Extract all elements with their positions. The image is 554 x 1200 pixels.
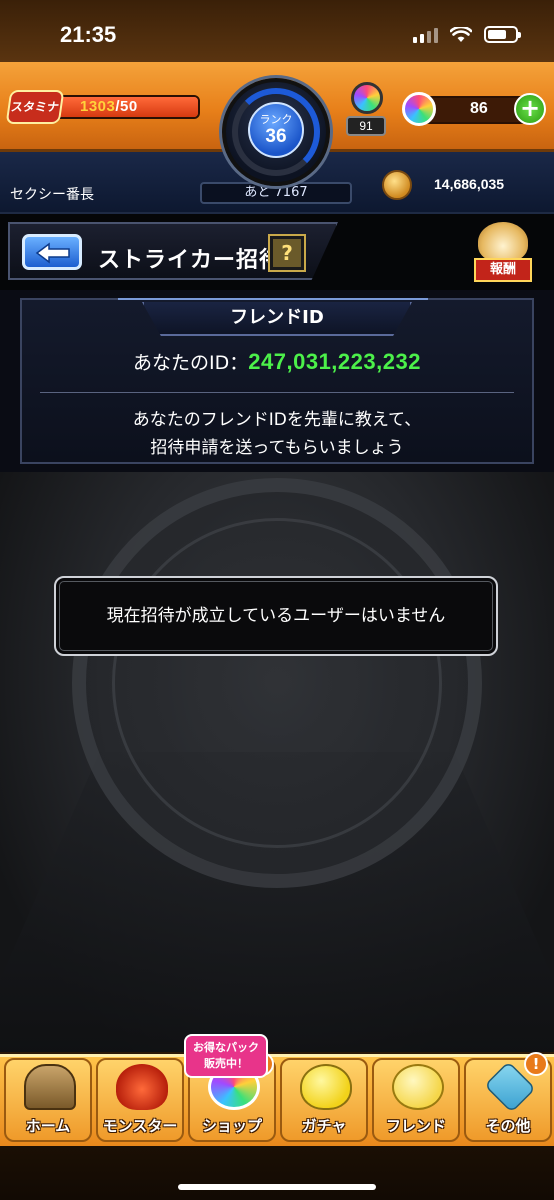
gold-coin-icon xyxy=(382,170,412,200)
promo-badge[interactable]: お得なパック 販売中！ xyxy=(184,1034,268,1078)
friend-id-label: あなたのID： xyxy=(133,352,249,374)
main-stage: 現在招待が成立しているユーザーはいません xyxy=(0,472,554,1052)
divider xyxy=(40,392,514,393)
tab-monster[interactable]: モンスター xyxy=(96,1058,184,1142)
home-icon xyxy=(24,1064,76,1110)
rank-value: 36 xyxy=(265,126,287,147)
tab-other-label: その他 xyxy=(485,1117,531,1135)
tab-friend[interactable]: フレンド xyxy=(372,1058,460,1142)
reward-medal-icon xyxy=(478,222,528,262)
friend-icon xyxy=(392,1064,444,1110)
friend-id-box: フレンドID あなたのID：247,031,223,232 あなたのフレンドID… xyxy=(20,298,534,464)
tab-friend-label: フレンド xyxy=(385,1117,446,1135)
emblem-inner-ring xyxy=(112,518,442,848)
wifi-icon xyxy=(450,26,472,42)
reward-button[interactable]: 報酬 xyxy=(470,222,536,286)
friend-id-heading-tab: フレンドID xyxy=(142,302,412,336)
tab-monster-label: モンスター xyxy=(102,1117,178,1135)
stamina-value: 1303/50 xyxy=(80,98,138,115)
hourglass-icon xyxy=(351,82,383,114)
username: セクシー番長 xyxy=(10,187,94,203)
stamina-tag: スタミナ xyxy=(5,90,65,124)
status-icons xyxy=(413,26,521,43)
description-line-2: 招待申請を送ってもらいましょう xyxy=(150,438,404,458)
gacha-icon xyxy=(300,1064,352,1110)
back-arrow-icon xyxy=(35,242,70,264)
help-button[interactable]: ? xyxy=(268,234,306,272)
other-alert-icon: ! xyxy=(524,1052,548,1076)
rank-label: ランク xyxy=(259,113,293,126)
tab-shop-label: ショップ xyxy=(201,1117,262,1135)
friend-id-value[interactable]: 247,031,223,232 xyxy=(248,349,421,374)
gold-amount: 14,686,035 xyxy=(434,176,505,192)
promo-line-2: 販売中！ xyxy=(204,1057,248,1070)
reward-label: 報酬 xyxy=(474,258,532,282)
hourglass-count: 91 xyxy=(346,116,386,136)
battery-icon xyxy=(484,26,521,43)
empty-state-message: 現在招待が成立しているユーザーはいません xyxy=(54,576,498,656)
cellular-signal-icon xyxy=(413,27,438,43)
rank-core: ランク 36 xyxy=(248,102,304,158)
status-bar: 21:35 xyxy=(0,0,554,62)
friend-id-panel: フレンドID あなたのID：247,031,223,232 あなたのフレンドID… xyxy=(0,290,554,472)
home-indicator[interactable] xyxy=(178,1184,376,1190)
friend-id-line: あなたのID：247,031,223,232 xyxy=(22,348,532,375)
stamina-gauge[interactable]: スタミナ 1303/50 xyxy=(5,90,200,124)
bottom-tab-bar: ホーム モンスター ショップ ガチャ フレンド その他 xyxy=(0,1052,554,1200)
description-line-1: あなたのフレンドIDを先輩に教えて、 xyxy=(132,410,422,430)
friend-id-description: あなたのフレンドIDを先輩に教えて、 招待申請を送ってもらいましょう xyxy=(22,406,532,462)
tab-gacha-label: ガチャ xyxy=(301,1117,347,1135)
orb-icon xyxy=(402,92,436,126)
tab-gacha[interactable]: ガチャ xyxy=(280,1058,368,1142)
tab-home[interactable]: ホーム xyxy=(4,1058,92,1142)
tab-home-label: ホーム xyxy=(25,1117,71,1135)
status-time: 21:35 xyxy=(60,22,117,47)
orb-count: 86 xyxy=(470,100,488,117)
orb-counter[interactable]: 86 + xyxy=(402,92,546,128)
back-button[interactable] xyxy=(22,234,82,270)
monster-icon xyxy=(116,1064,168,1110)
rank-badge[interactable]: ランク 36 xyxy=(222,78,330,186)
promo-line-1: お得なパック xyxy=(193,1041,259,1054)
add-orb-button[interactable]: + xyxy=(514,93,546,125)
friend-id-heading: フレンドID xyxy=(230,307,324,328)
hourglass-item[interactable]: 91 xyxy=(346,82,388,136)
page-title: ストライカー招待 xyxy=(98,248,283,273)
